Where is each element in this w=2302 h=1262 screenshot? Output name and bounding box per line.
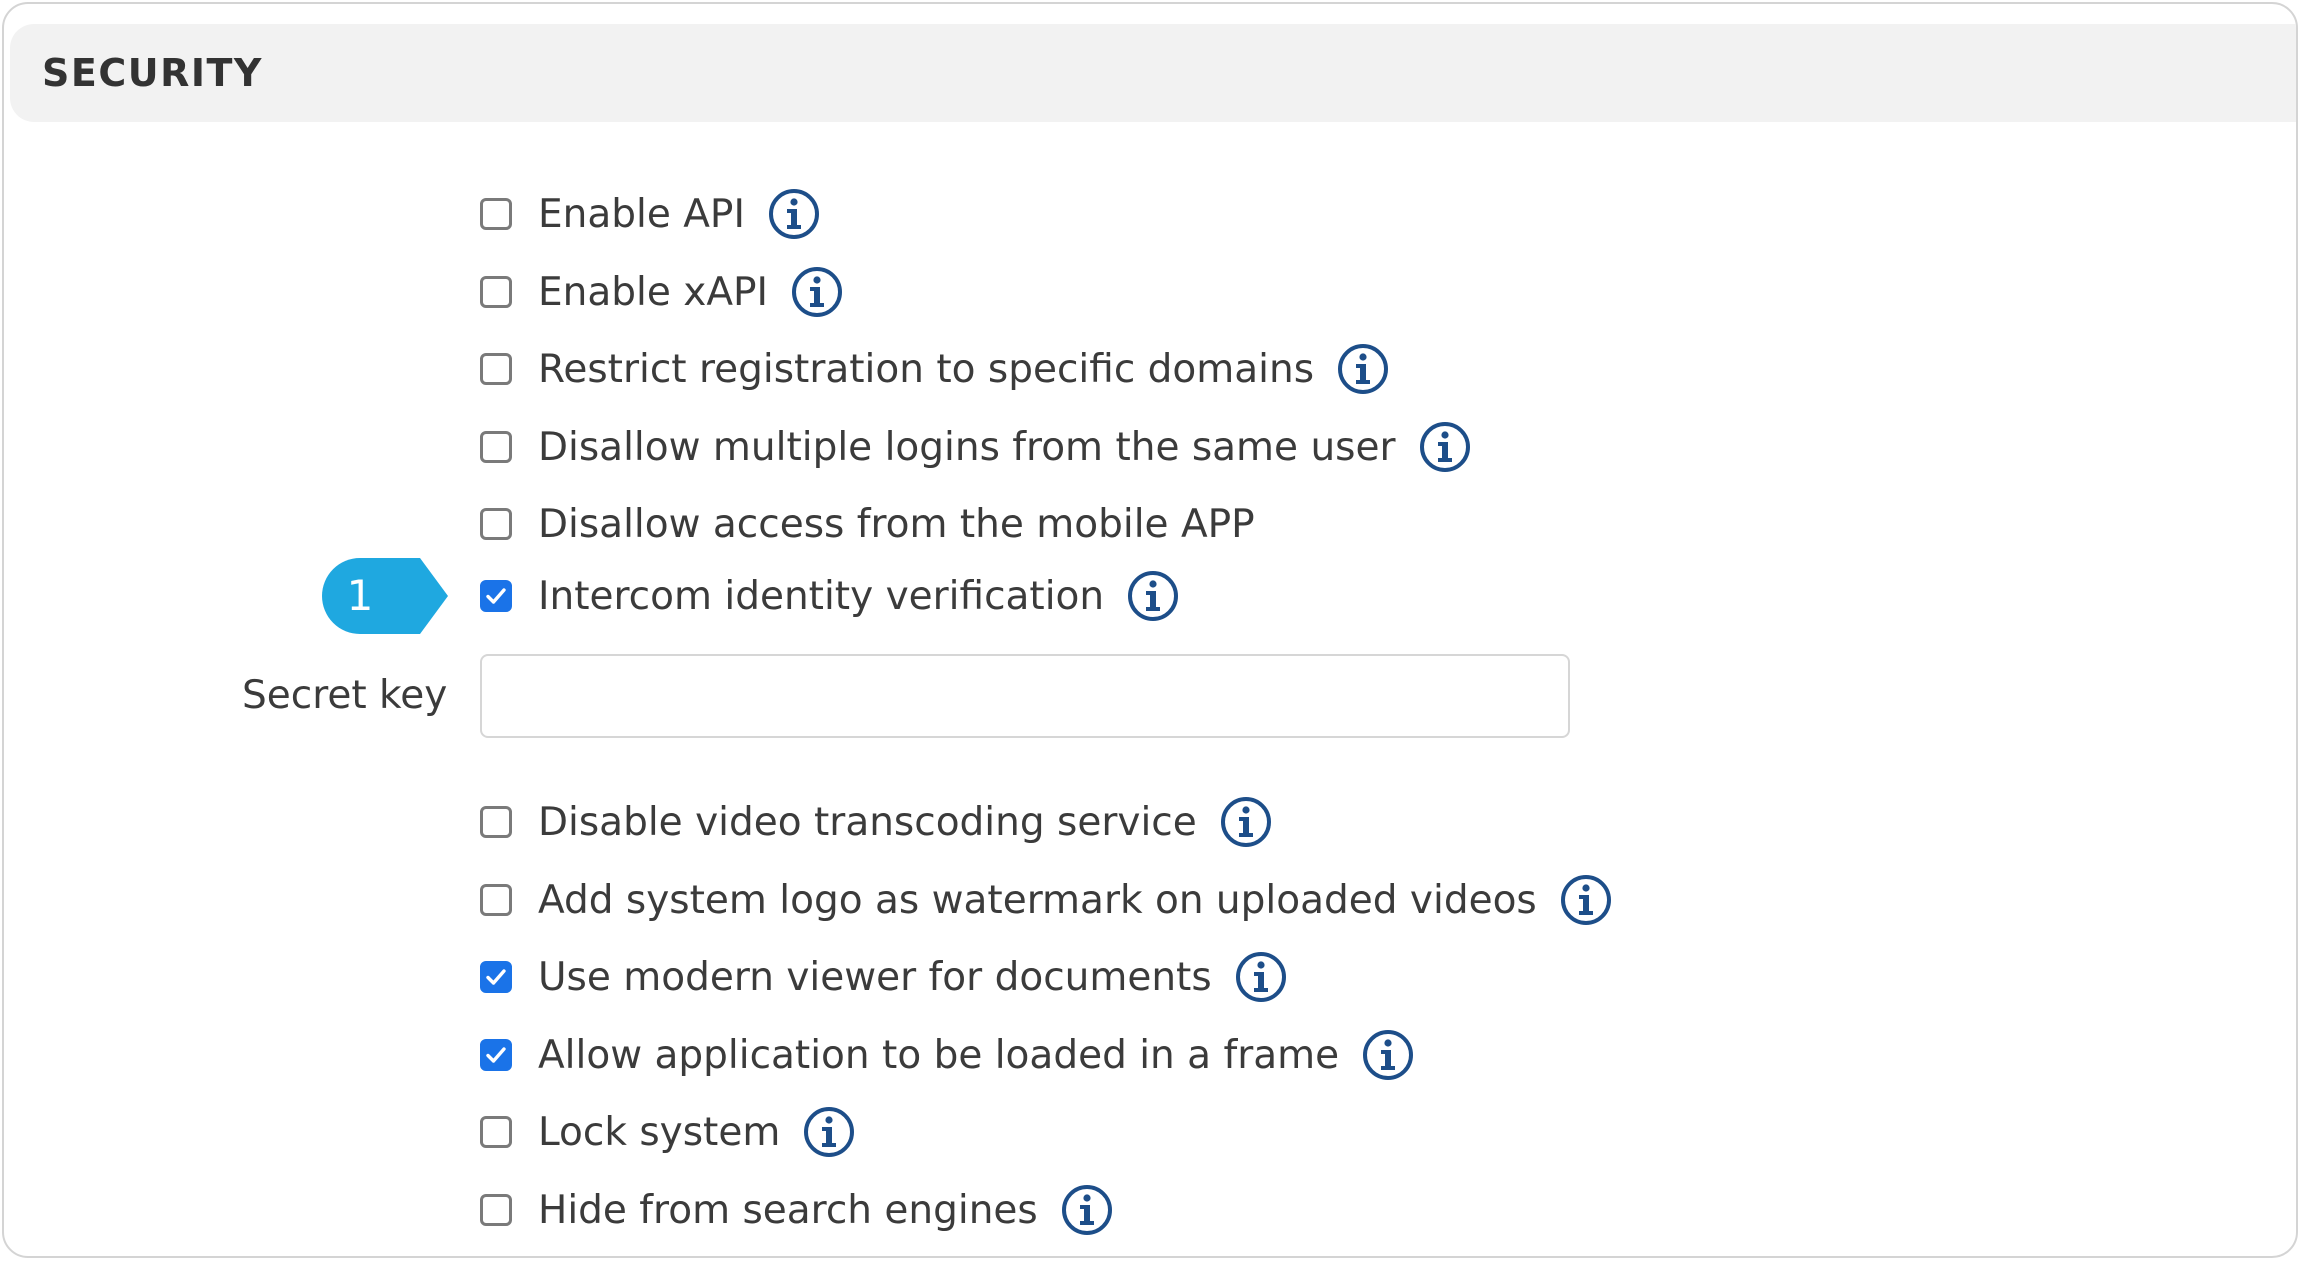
intercom-verification-checkbox[interactable] <box>480 580 512 612</box>
restrict-registration-checkbox[interactable] <box>480 353 512 385</box>
option-disallow-multiple-logins: Disallow multiple logins from the same u… <box>480 417 1472 477</box>
option-intercom-verification: Intercom identity verification <box>480 566 1180 626</box>
section-header: SECURITY <box>10 24 2296 122</box>
info-icon[interactable] <box>1336 342 1390 396</box>
callout-number: 1 <box>346 571 374 620</box>
info-icon[interactable] <box>1060 1183 1114 1237</box>
disallow-multiple-logins-checkbox[interactable] <box>480 431 512 463</box>
enable-api-checkbox[interactable] <box>480 198 512 230</box>
disallow-mobile-checkbox[interactable] <box>480 508 512 540</box>
allow-frame-label: Allow application to be loaded in a fram… <box>538 1032 1340 1078</box>
section-title: SECURITY <box>42 51 263 95</box>
disallow-mobile-label: Disallow access from the mobile APP <box>538 501 1255 547</box>
option-disallow-mobile: Disallow access from the mobile APP <box>480 494 1255 554</box>
secret-key-input[interactable] <box>480 654 1570 738</box>
option-lock-system: Lock system <box>480 1102 856 1162</box>
disable-transcoding-checkbox[interactable] <box>480 806 512 838</box>
option-modern-viewer: Use modern viewer for documents <box>480 947 1288 1007</box>
option-watermark-logo: Add system logo as watermark on uploaded… <box>480 870 1613 930</box>
watermark-logo-label: Add system logo as watermark on uploaded… <box>538 877 1537 923</box>
info-icon[interactable] <box>1219 795 1273 849</box>
watermark-logo-checkbox[interactable] <box>480 884 512 916</box>
security-panel: SECURITY Enable API Enable xAPI Restrict… <box>2 2 2298 1258</box>
info-icon[interactable] <box>1234 950 1288 1004</box>
intercom-verification-label: Intercom identity verification <box>538 573 1105 619</box>
option-enable-api: Enable API <box>480 184 821 244</box>
modern-viewer-checkbox[interactable] <box>480 961 512 993</box>
option-allow-frame: Allow application to be loaded in a fram… <box>480 1025 1415 1085</box>
info-icon[interactable] <box>1559 873 1613 927</box>
hide-search-engines-checkbox[interactable] <box>480 1194 512 1226</box>
info-icon[interactable] <box>1126 569 1180 623</box>
lock-system-label: Lock system <box>538 1109 781 1155</box>
option-restrict-registration: Restrict registration to specific domain… <box>480 339 1390 399</box>
disallow-multiple-logins-label: Disallow multiple logins from the same u… <box>538 424 1396 470</box>
info-icon[interactable] <box>1418 420 1472 474</box>
lock-system-checkbox[interactable] <box>480 1116 512 1148</box>
check-icon <box>485 966 507 988</box>
allow-frame-checkbox[interactable] <box>480 1039 512 1071</box>
option-disable-transcoding: Disable video transcoding service <box>480 792 1273 852</box>
check-icon <box>485 585 507 607</box>
option-hide-search-engines: Hide from search engines <box>480 1180 1114 1240</box>
option-enable-xapi: Enable xAPI <box>480 262 844 322</box>
modern-viewer-label: Use modern viewer for documents <box>538 954 1212 1000</box>
info-icon[interactable] <box>790 265 844 319</box>
info-icon[interactable] <box>767 187 821 241</box>
hide-search-engines-label: Hide from search engines <box>538 1187 1038 1233</box>
enable-xapi-label: Enable xAPI <box>538 269 769 315</box>
check-icon <box>485 1044 507 1066</box>
info-icon[interactable] <box>1361 1028 1415 1082</box>
disable-transcoding-label: Disable video transcoding service <box>538 799 1197 845</box>
info-icon[interactable] <box>802 1105 856 1159</box>
secret-key-label: Secret key <box>242 673 448 718</box>
enable-xapi-checkbox[interactable] <box>480 276 512 308</box>
enable-api-label: Enable API <box>538 191 745 237</box>
restrict-registration-label: Restrict registration to specific domain… <box>538 346 1315 392</box>
